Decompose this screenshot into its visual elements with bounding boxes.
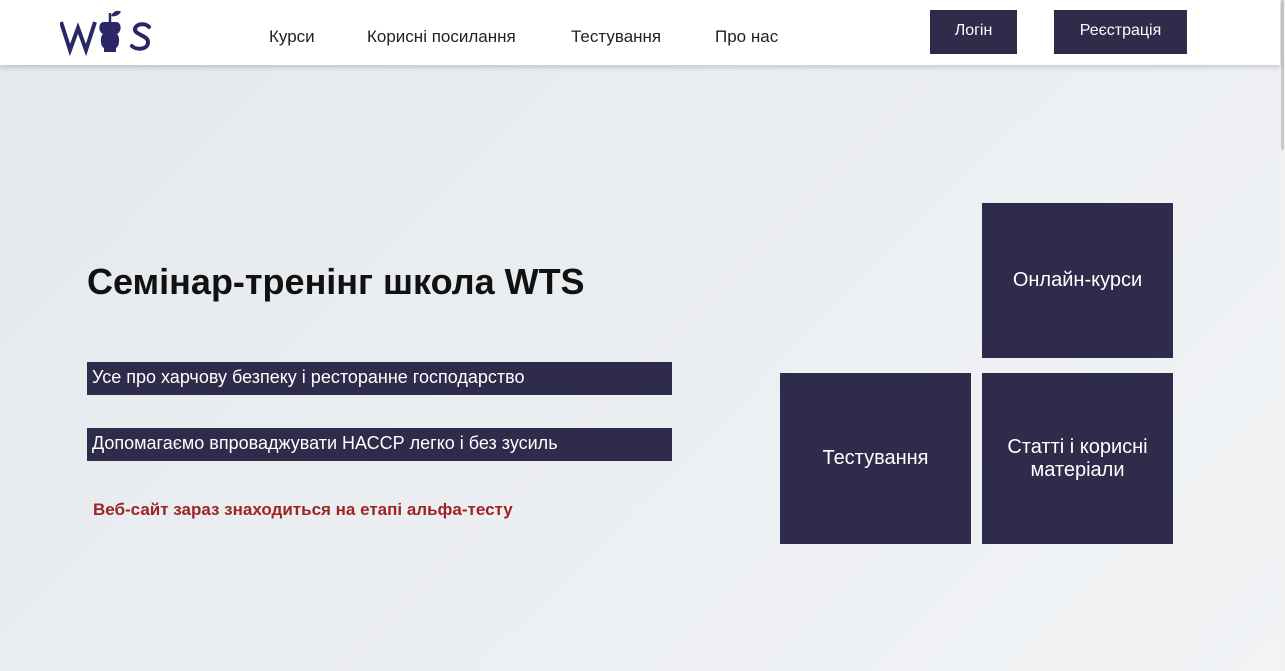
wts-logo[interactable] [60, 8, 152, 56]
tile-online-courses[interactable]: Онлайн-курси [982, 203, 1173, 358]
tile-testing[interactable]: Тестування [780, 373, 971, 544]
register-button[interactable]: Реєстрація [1054, 10, 1187, 54]
scrollbar-thumb[interactable] [1281, 0, 1284, 150]
site-header: Курси Корисні посилання Тестування Про н… [0, 0, 1280, 65]
page-title: Семінар-тренінг школа WTS [87, 261, 585, 302]
tile-articles[interactable]: Статті і корисні матеріали [982, 373, 1173, 544]
nav-about[interactable]: Про нас [715, 27, 778, 47]
nav-courses[interactable]: Курси [269, 27, 315, 47]
login-button[interactable]: Логін [930, 10, 1017, 54]
tagline-food-safety: Усе про харчову безпеку і ресторанне гос… [87, 362, 672, 395]
alpha-notice: Веб-сайт зараз знаходиться на етапі альф… [93, 500, 513, 519]
tile-testing-label: Тестування [822, 447, 929, 469]
tagline-haccp: Допомагаємо впроваджувати НАССР легко і … [87, 428, 672, 461]
tile-articles-label: Статті і корисні матеріали [1007, 435, 1148, 481]
nav-useful-links[interactable]: Корисні посилання [367, 27, 516, 47]
tile-online-courses-label: Онлайн-курси [1012, 269, 1143, 291]
nav-testing[interactable]: Тестування [571, 27, 661, 47]
page-scrollbar[interactable] [1280, 0, 1285, 671]
